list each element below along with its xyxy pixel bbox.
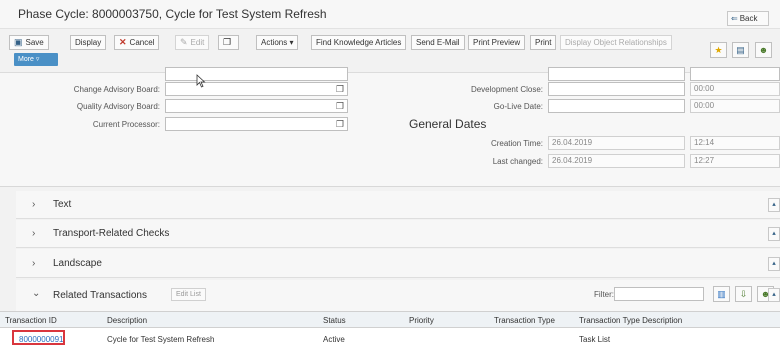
save-button[interactable]: ▣ Save <box>9 35 49 50</box>
related-transactions-panel: ⌄ Related Transactions Edit List Filter:… <box>16 280 780 311</box>
display-relationships-button[interactable]: Display Object Relationships <box>560 35 672 50</box>
filter-input[interactable] <box>614 287 704 301</box>
people-icon[interactable]: ☻ <box>755 42 772 58</box>
favorite-star-icon[interactable]: ★ <box>710 42 727 58</box>
column-header-type-description[interactable]: Transaction Type Description <box>579 316 682 325</box>
creation-time-field: 12:14 <box>690 136 780 150</box>
last-changed-time-field: 12:27 <box>690 154 780 168</box>
development-close-date-field[interactable] <box>548 82 685 96</box>
go-live-date-field[interactable] <box>548 99 685 113</box>
mouse-cursor-icon <box>196 74 206 88</box>
transport-checks-panel[interactable]: › Transport-Related Checks ▴ <box>16 220 780 248</box>
related-transactions-table: Transaction ID Description Status Priori… <box>0 311 780 347</box>
highlight-box <box>12 330 65 345</box>
actions-button[interactable]: Actions ▾ <box>256 35 299 50</box>
column-header-transaction-id[interactable]: Transaction ID <box>5 316 57 325</box>
chevron-down-icon: ▿ <box>35 56 40 63</box>
chevron-right-icon[interactable]: › <box>32 228 35 239</box>
print-preview-button[interactable]: Print Preview <box>468 35 526 50</box>
quality-advisory-board-field[interactable]: ❐ <box>165 99 348 113</box>
transport-checks-title: Transport-Related Checks <box>53 228 170 239</box>
panel-options-icon[interactable]: ▴ <box>768 288 780 302</box>
value-help-icon[interactable]: ❐ <box>336 100 344 112</box>
partial-top-date-field[interactable] <box>548 67 685 81</box>
copy-icon: ❐ <box>223 37 232 47</box>
title-bar: Phase Cycle: 8000003750, Cycle for Test … <box>0 0 780 29</box>
quality-advisory-board-label: Quality Advisory Board: <box>76 102 160 111</box>
text-panel-title: Text <box>53 199 72 210</box>
change-advisory-board-field[interactable]: ❐ <box>165 82 348 96</box>
creation-time-label: Creation Time: <box>490 139 543 148</box>
edit-label: Edit <box>190 38 205 47</box>
current-processor-field[interactable]: ❐ <box>165 117 348 131</box>
value-help-icon[interactable]: ❐ <box>336 83 344 95</box>
page-title: Phase Cycle: 8000003750, Cycle for Test … <box>18 7 327 21</box>
more-button[interactable]: More ▿ <box>14 53 58 66</box>
change-advisory-board-label: Change Advisory Board: <box>73 85 160 94</box>
save-label: Save <box>25 38 44 47</box>
chevron-right-icon[interactable]: › <box>32 258 35 269</box>
chevron-down-icon[interactable]: ⌄ <box>32 288 40 299</box>
edit-icon: ✎ <box>180 37 188 47</box>
chevron-down-icon: ▾ <box>289 38 294 47</box>
back-button[interactable]: ⇐ Back <box>727 11 769 26</box>
current-processor-label: Current Processor: <box>92 120 160 129</box>
table-header: Transaction ID Description Status Priori… <box>0 311 780 328</box>
go-live-time-field[interactable]: 00:00 <box>690 99 780 113</box>
edit-list-button[interactable]: Edit List <box>171 288 206 301</box>
display-button[interactable]: Display <box>70 35 107 50</box>
save-icon: ▣ <box>14 37 23 47</box>
partial-top-time-field[interactable] <box>690 67 780 81</box>
send-email-button[interactable]: Send E-Mail <box>411 35 465 50</box>
cancel-icon: ✕ <box>119 37 127 47</box>
development-close-time-field[interactable]: 00:00 <box>690 82 780 96</box>
text-panel[interactable]: › Text ▴ <box>16 191 780 219</box>
chevron-right-icon[interactable]: › <box>32 199 35 210</box>
panel-options-icon[interactable]: ▴ <box>768 198 780 212</box>
transaction-type-description: Task List <box>579 335 611 344</box>
transaction-status: Active <box>323 335 345 344</box>
development-close-label: Development Close: <box>470 85 543 94</box>
filter-label: Filter: <box>594 290 614 299</box>
notes-icon[interactable]: ▤ <box>732 42 749 58</box>
export-icon[interactable]: ⇩ <box>735 286 752 302</box>
go-live-date-label: Go-Live Date: <box>493 102 543 111</box>
last-changed-label: Last changed: <box>492 157 543 166</box>
landscape-title: Landscape <box>53 258 102 269</box>
back-label: Back <box>739 14 758 23</box>
copy-button[interactable]: ❐ <box>218 35 240 50</box>
find-knowledge-articles-button[interactable]: Find Knowledge Articles <box>311 35 407 50</box>
column-header-description[interactable]: Description <box>107 316 147 325</box>
details-form: Change Advisory Board: ❐ Quality Advisor… <box>0 67 780 187</box>
transaction-description: Cycle for Test System Refresh <box>107 335 215 344</box>
partial-top-field[interactable] <box>165 67 348 81</box>
column-header-status[interactable]: Status <box>323 316 346 325</box>
more-label: More <box>18 56 34 63</box>
general-dates-heading: General Dates <box>409 117 487 131</box>
edit-button[interactable]: ✎ Edit <box>175 35 210 50</box>
cancel-button[interactable]: ✕ Cancel <box>114 35 160 50</box>
actions-label: Actions <box>261 38 288 47</box>
related-transactions-title: Related Transactions <box>53 290 147 301</box>
print-button[interactable]: Print <box>530 35 557 50</box>
value-help-icon[interactable]: ❐ <box>336 118 344 130</box>
cancel-label: Cancel <box>129 38 155 47</box>
back-arrow-icon: ⇐ <box>731 14 738 23</box>
last-changed-date-field: 26.04.2019 <box>548 154 685 168</box>
landscape-panel[interactable]: › Landscape ▴ <box>16 249 780 278</box>
panel-options-icon[interactable]: ▴ <box>768 257 780 271</box>
column-header-transaction-type[interactable]: Transaction Type <box>494 316 555 325</box>
panel-options-icon[interactable]: ▴ <box>768 227 780 241</box>
chart-icon[interactable]: ▥ <box>713 286 730 302</box>
creation-date-field: 26.04.2019 <box>548 136 685 150</box>
column-header-priority[interactable]: Priority <box>409 316 434 325</box>
